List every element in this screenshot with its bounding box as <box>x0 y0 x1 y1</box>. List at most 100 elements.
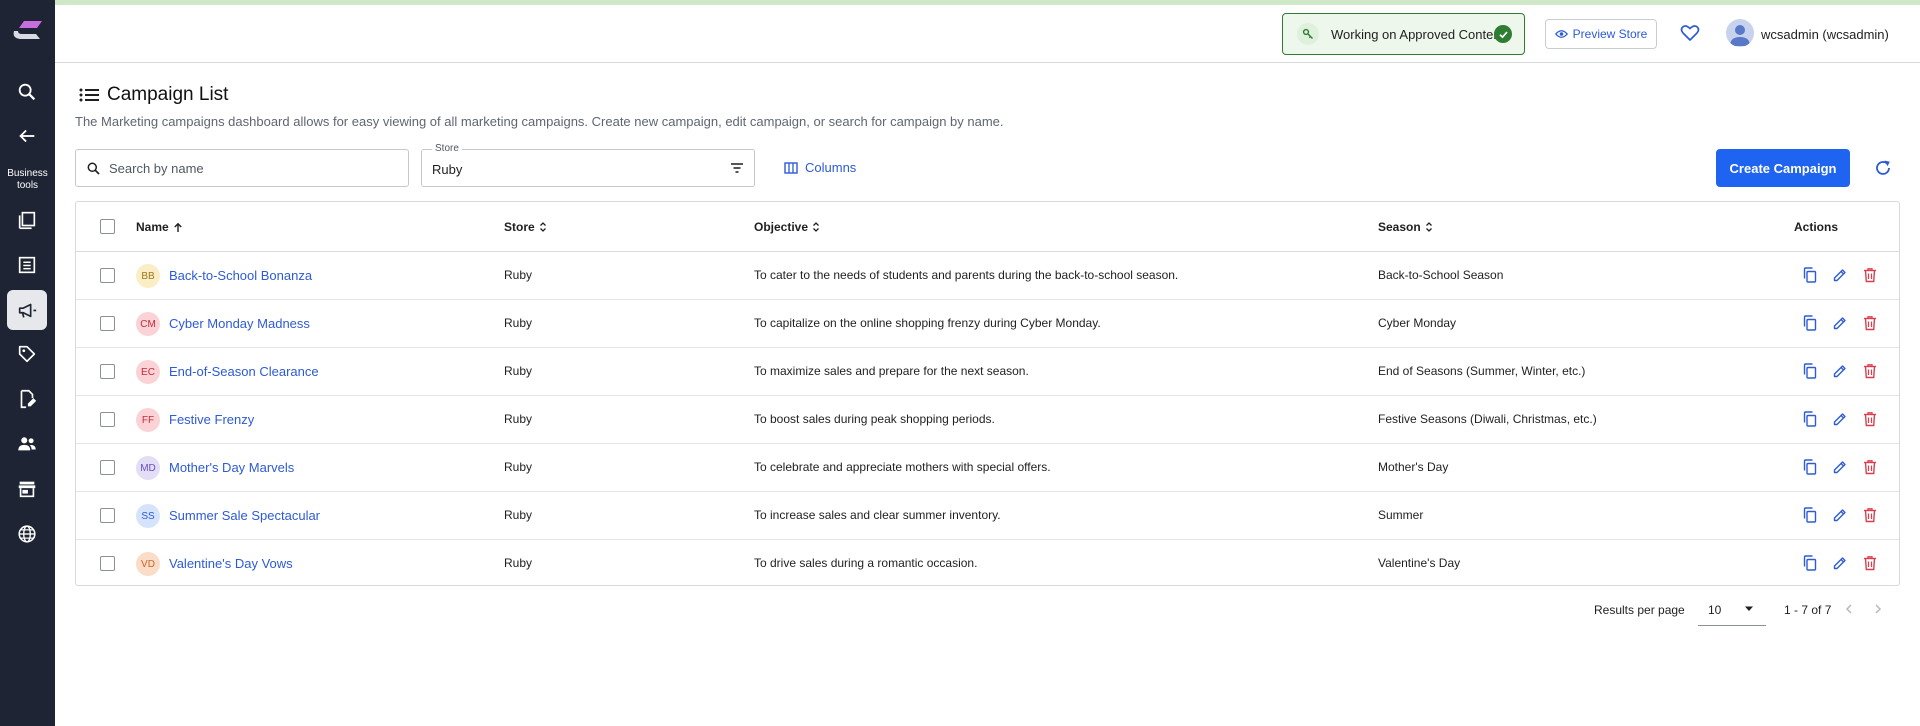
sort-icon <box>539 222 546 232</box>
row-checkbox[interactable] <box>100 460 115 475</box>
results-per-page-select[interactable]: 10 <box>1698 594 1766 626</box>
edit-icon[interactable] <box>1831 314 1849 332</box>
top-header: Working on Approved Content Preview Stor… <box>55 5 1920 63</box>
app-logo-icon[interactable] <box>10 18 44 44</box>
status-text: Working on Approved Content <box>1331 26 1505 42</box>
edit-document-icon <box>20 389 37 409</box>
column-header-name[interactable]: Name <box>136 220 183 234</box>
search-input[interactable] <box>109 160 389 176</box>
search-box[interactable] <box>75 149 409 187</box>
campaign-season: Valentine's Day <box>1378 556 1461 570</box>
column-header-objective[interactable]: Objective <box>754 220 820 234</box>
people-icon <box>18 437 36 451</box>
copy-icon[interactable] <box>1801 266 1819 284</box>
campaign-name-link[interactable]: Valentine's Day Vows <box>169 556 293 571</box>
copy-icon[interactable] <box>1801 506 1819 524</box>
copy-icon[interactable] <box>1801 362 1819 380</box>
delete-icon[interactable] <box>1861 362 1879 380</box>
approved-content-status[interactable]: Working on Approved Content <box>1282 13 1525 55</box>
sidebar-item-content[interactable] <box>7 379 47 419</box>
table-row: BB Back-to-School Bonanza Ruby To cater to … <box>76 252 1899 300</box>
eye-icon <box>1554 30 1568 38</box>
next-page-icon[interactable] <box>1872 603 1884 615</box>
previous-page-icon[interactable] <box>1843 603 1855 615</box>
avatar-initials-badge: VD <box>136 552 160 576</box>
edit-icon[interactable] <box>1831 554 1849 572</box>
row-checkbox[interactable] <box>100 364 115 379</box>
campaign-season: Summer <box>1378 508 1424 522</box>
tag-icon <box>18 345 36 363</box>
column-header-name-label: Name <box>136 220 169 234</box>
select-all-checkbox[interactable] <box>100 219 115 234</box>
sidebar-item-back[interactable] <box>7 116 47 156</box>
sidebar-item-search[interactable] <box>7 72 47 112</box>
edit-icon[interactable] <box>1831 266 1849 284</box>
preview-store-button[interactable]: Preview Store <box>1545 19 1657 49</box>
delete-icon[interactable] <box>1861 410 1879 428</box>
edit-icon[interactable] <box>1831 362 1849 380</box>
column-header-season[interactable]: Season <box>1378 220 1433 234</box>
campaign-name-link[interactable]: Mother's Day Marvels <box>169 460 294 475</box>
delete-icon[interactable] <box>1861 506 1879 524</box>
row-checkbox[interactable] <box>100 412 115 427</box>
megaphone-icon <box>18 303 37 318</box>
table-row: EC End-of-Season Clearance Ruby To maximize… <box>76 348 1899 396</box>
sidebar-item-catalog[interactable] <box>7 200 47 240</box>
sort-icon <box>813 222 819 232</box>
copy-icon[interactable] <box>1801 410 1819 428</box>
row-checkbox[interactable] <box>100 556 115 571</box>
edit-icon[interactable] <box>1831 458 1849 476</box>
sidebar-item-campaigns[interactable] <box>7 290 47 330</box>
delete-icon[interactable] <box>1861 554 1879 572</box>
row-checkbox[interactable] <box>100 508 115 523</box>
campaign-name-link[interactable]: Back-to-School Bonanza <box>169 268 312 283</box>
column-header-actions: Actions <box>1794 220 1839 234</box>
sidebar-item-promotions[interactable] <box>7 334 47 374</box>
campaign-name-link[interactable]: End-of-Season Clearance <box>169 364 319 379</box>
refresh-icon[interactable] <box>1873 158 1893 178</box>
copy-icon[interactable] <box>1801 554 1819 572</box>
delete-icon[interactable] <box>1861 266 1879 284</box>
sidebar-item-sites[interactable] <box>7 514 47 554</box>
edit-icon[interactable] <box>1831 506 1849 524</box>
heart-icon[interactable] <box>1680 23 1700 43</box>
table-row: FF Festive Frenzy Ruby To boost sales durin… <box>76 396 1899 444</box>
row-checkbox[interactable] <box>100 268 115 283</box>
edit-icon[interactable] <box>1831 410 1849 428</box>
catalog-icon <box>18 211 36 230</box>
row-checkbox[interactable] <box>100 316 115 331</box>
column-header-store-label: Store <box>504 220 535 234</box>
check-circle-icon <box>1494 25 1512 43</box>
user-avatar[interactable] <box>1726 19 1754 47</box>
copy-icon[interactable] <box>1801 314 1819 332</box>
filter-icon[interactable] <box>730 162 744 174</box>
campaign-objective: To maximize sales and prepare for the ne… <box>754 364 1029 378</box>
globe-icon <box>18 525 36 543</box>
campaign-store: Ruby <box>504 412 533 426</box>
copy-icon[interactable] <box>1801 458 1819 476</box>
avatar-initials-badge: CM <box>136 312 160 336</box>
store-select[interactable]: Store Ruby <box>421 143 755 187</box>
store-select-value: Ruby <box>432 162 463 177</box>
column-header-store[interactable]: Store <box>504 220 547 234</box>
avatar-initials-badge: MD <box>136 456 160 480</box>
user-name[interactable]: wcsadmin (wcsadmin) <box>1761 27 1889 42</box>
campaign-name-link[interactable]: Festive Frenzy <box>169 412 254 427</box>
create-campaign-button[interactable]: Create Campaign <box>1716 149 1850 187</box>
sidebar-item-list[interactable] <box>7 245 47 285</box>
delete-icon[interactable] <box>1861 458 1879 476</box>
column-header-objective-label: Objective <box>754 220 809 234</box>
delete-icon[interactable] <box>1861 314 1879 332</box>
table-row: CM Cyber Monday Madness Ruby To capitalize … <box>76 300 1899 348</box>
sidebar-section-label: Business tools <box>7 168 48 191</box>
campaign-name-link[interactable]: Cyber Monday Madness <box>169 316 310 331</box>
campaign-name-link[interactable]: Summer Sale Spectacular <box>169 508 320 523</box>
sidebar-item-stores[interactable] <box>7 469 47 509</box>
results-per-page-value: 10 <box>1708 603 1722 617</box>
sidebar-item-customers[interactable] <box>7 424 47 464</box>
sort-icon <box>1425 222 1432 232</box>
avatar-initials-badge: EC <box>136 360 160 384</box>
results-per-page-label: Results per page <box>1594 603 1685 617</box>
campaign-objective: To drive sales during a romantic occasio… <box>754 556 978 570</box>
columns-button[interactable]: Columns <box>784 160 856 175</box>
